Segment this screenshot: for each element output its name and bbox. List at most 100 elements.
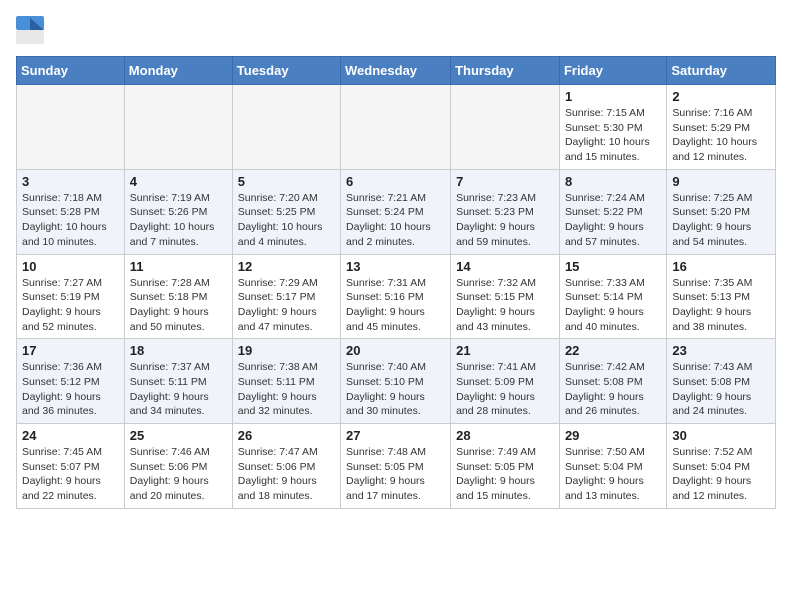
day-info: Sunrise: 7:40 AM Sunset: 5:10 PM Dayligh… (346, 360, 445, 419)
calendar-header-sunday: Sunday (17, 57, 125, 85)
day-info: Sunrise: 7:20 AM Sunset: 5:25 PM Dayligh… (238, 191, 335, 250)
calendar-cell: 28Sunrise: 7:49 AM Sunset: 5:05 PM Dayli… (451, 424, 560, 509)
calendar-cell: 30 Sunrise: 7:52 AM Sunset: 5:04 PM Dayli… (667, 424, 776, 509)
day-number: 13 (346, 259, 445, 274)
day-number: 3 (22, 174, 119, 189)
day-info: Sunrise: 7:33 AM Sunset: 5:14 PM Dayligh… (565, 276, 661, 335)
calendar-cell: 5 Sunrise: 7:20 AM Sunset: 5:25 PM Daylig… (232, 169, 340, 254)
day-info: Sunrise: 7:31 AM Sunset: 5:16 PM Dayligh… (346, 276, 445, 335)
day-info: Sunrise: 7:50 AM Sunset: 5:04 PM Dayligh… (565, 445, 661, 504)
calendar-header-friday: Friday (559, 57, 666, 85)
calendar-cell: 11 Sunrise: 7:28 AM Sunset: 5:18 PM Dayli… (124, 254, 232, 339)
day-number: 11 (130, 259, 227, 274)
day-number: 24 (22, 428, 119, 443)
calendar-cell (451, 85, 560, 170)
day-number: 15 (565, 259, 661, 274)
day-number: 14 (456, 259, 554, 274)
day-info: Sunrise: 7:37 AM Sunset: 5:11 PM Dayligh… (130, 360, 227, 419)
calendar-cell: 12 Sunrise: 7:29 AM Sunset: 5:17 PM Dayli… (232, 254, 340, 339)
day-info: Sunrise: 7:18 AM Sunset: 5:28 PM Dayligh… (22, 191, 119, 250)
day-info: Sunrise: 7:19 AM Sunset: 5:26 PM Dayligh… (130, 191, 227, 250)
day-number: 19 (238, 343, 335, 358)
calendar-cell: 23 Sunrise: 7:43 AM Sunset: 5:08 PM Dayli… (667, 339, 776, 424)
calendar-cell: 21Sunrise: 7:41 AM Sunset: 5:09 PM Dayli… (451, 339, 560, 424)
day-info: Sunrise: 7:28 AM Sunset: 5:18 PM Dayligh… (130, 276, 227, 335)
calendar-cell: 20Sunrise: 7:40 AM Sunset: 5:10 PM Dayli… (341, 339, 451, 424)
day-number: 28 (456, 428, 554, 443)
header (16, 16, 776, 44)
calendar-header-wednesday: Wednesday (341, 57, 451, 85)
calendar-cell: 18 Sunrise: 7:37 AM Sunset: 5:11 PM Dayli… (124, 339, 232, 424)
calendar-header-row: SundayMondayTuesdayWednesdayThursdayFrid… (17, 57, 776, 85)
calendar-cell: 15 Sunrise: 7:33 AM Sunset: 5:14 PM Dayli… (559, 254, 666, 339)
calendar-cell: 25 Sunrise: 7:46 AM Sunset: 5:06 PM Dayli… (124, 424, 232, 509)
day-info: Sunrise: 7:21 AM Sunset: 5:24 PM Dayligh… (346, 191, 445, 250)
calendar-cell (232, 85, 340, 170)
calendar-week-3: 10 Sunrise: 7:27 AM Sunset: 5:19 PM Dayli… (17, 254, 776, 339)
logo-icon (16, 16, 44, 44)
calendar-cell: 4 Sunrise: 7:19 AM Sunset: 5:26 PM Daylig… (124, 169, 232, 254)
day-info: Sunrise: 7:27 AM Sunset: 5:19 PM Dayligh… (22, 276, 119, 335)
calendar-cell: 3 Sunrise: 7:18 AM Sunset: 5:28 PM Daylig… (17, 169, 125, 254)
calendar-cell (124, 85, 232, 170)
day-info: Sunrise: 7:32 AM Sunset: 5:15 PM Dayligh… (456, 276, 554, 335)
calendar-cell: 6 Sunrise: 7:21 AM Sunset: 5:24 PM Daylig… (341, 169, 451, 254)
calendar-header-saturday: Saturday (667, 57, 776, 85)
calendar-week-5: 24 Sunrise: 7:45 AM Sunset: 5:07 PM Dayli… (17, 424, 776, 509)
day-number: 2 (672, 89, 770, 104)
calendar-cell: 9Sunrise: 7:25 AM Sunset: 5:20 PM Daylig… (667, 169, 776, 254)
day-info: Sunrise: 7:35 AM Sunset: 5:13 PM Dayligh… (672, 276, 770, 335)
day-info: Sunrise: 7:24 AM Sunset: 5:22 PM Dayligh… (565, 191, 661, 250)
day-number: 10 (22, 259, 119, 274)
day-number: 29 (565, 428, 661, 443)
day-number: 9 (672, 174, 770, 189)
day-number: 1 (565, 89, 661, 104)
day-info: Sunrise: 7:41 AM Sunset: 5:09 PM Dayligh… (456, 360, 554, 419)
calendar-week-2: 3 Sunrise: 7:18 AM Sunset: 5:28 PM Daylig… (17, 169, 776, 254)
day-number: 8 (565, 174, 661, 189)
day-info: Sunrise: 7:46 AM Sunset: 5:06 PM Dayligh… (130, 445, 227, 504)
day-info: Sunrise: 7:43 AM Sunset: 5:08 PM Dayligh… (672, 360, 770, 419)
calendar-cell: 16Sunrise: 7:35 AM Sunset: 5:13 PM Dayli… (667, 254, 776, 339)
day-info: Sunrise: 7:15 AM Sunset: 5:30 PM Dayligh… (565, 106, 661, 165)
day-info: Sunrise: 7:29 AM Sunset: 5:17 PM Dayligh… (238, 276, 335, 335)
calendar-cell: 22 Sunrise: 7:42 AM Sunset: 5:08 PM Dayli… (559, 339, 666, 424)
day-info: Sunrise: 7:42 AM Sunset: 5:08 PM Dayligh… (565, 360, 661, 419)
day-number: 12 (238, 259, 335, 274)
calendar-header-monday: Monday (124, 57, 232, 85)
day-number: 18 (130, 343, 227, 358)
day-number: 25 (130, 428, 227, 443)
calendar-cell (17, 85, 125, 170)
day-info: Sunrise: 7:48 AM Sunset: 5:05 PM Dayligh… (346, 445, 445, 504)
calendar-cell: 2 Sunrise: 7:16 AM Sunset: 5:29 PM Daylig… (667, 85, 776, 170)
day-info: Sunrise: 7:47 AM Sunset: 5:06 PM Dayligh… (238, 445, 335, 504)
calendar-cell: 7 Sunrise: 7:23 AM Sunset: 5:23 PM Daylig… (451, 169, 560, 254)
day-info: Sunrise: 7:23 AM Sunset: 5:23 PM Dayligh… (456, 191, 554, 250)
logo (16, 16, 48, 44)
day-number: 5 (238, 174, 335, 189)
calendar-cell: 10 Sunrise: 7:27 AM Sunset: 5:19 PM Dayli… (17, 254, 125, 339)
calendar-cell: 19 Sunrise: 7:38 AM Sunset: 5:11 PM Dayli… (232, 339, 340, 424)
calendar-week-1: 1 Sunrise: 7:15 AM Sunset: 5:30 PM Daylig… (17, 85, 776, 170)
calendar-cell: 26 Sunrise: 7:47 AM Sunset: 5:06 PM Dayli… (232, 424, 340, 509)
day-number: 26 (238, 428, 335, 443)
day-number: 22 (565, 343, 661, 358)
day-number: 4 (130, 174, 227, 189)
calendar-cell: 1 Sunrise: 7:15 AM Sunset: 5:30 PM Daylig… (559, 85, 666, 170)
calendar-cell: 13 Sunrise: 7:31 AM Sunset: 5:16 PM Dayli… (341, 254, 451, 339)
calendar: SundayMondayTuesdayWednesdayThursdayFrid… (16, 56, 776, 509)
day-info: Sunrise: 7:16 AM Sunset: 5:29 PM Dayligh… (672, 106, 770, 165)
day-number: 27 (346, 428, 445, 443)
day-number: 30 (672, 428, 770, 443)
calendar-cell: 17Sunrise: 7:36 AM Sunset: 5:12 PM Dayli… (17, 339, 125, 424)
day-number: 23 (672, 343, 770, 358)
calendar-cell: 8 Sunrise: 7:24 AM Sunset: 5:22 PM Daylig… (559, 169, 666, 254)
day-number: 6 (346, 174, 445, 189)
day-info: Sunrise: 7:36 AM Sunset: 5:12 PM Dayligh… (22, 360, 119, 419)
calendar-cell: 29 Sunrise: 7:50 AM Sunset: 5:04 PM Dayli… (559, 424, 666, 509)
day-info: Sunrise: 7:52 AM Sunset: 5:04 PM Dayligh… (672, 445, 770, 504)
day-info: Sunrise: 7:38 AM Sunset: 5:11 PM Dayligh… (238, 360, 335, 419)
day-number: 7 (456, 174, 554, 189)
day-info: Sunrise: 7:45 AM Sunset: 5:07 PM Dayligh… (22, 445, 119, 504)
calendar-header-thursday: Thursday (451, 57, 560, 85)
